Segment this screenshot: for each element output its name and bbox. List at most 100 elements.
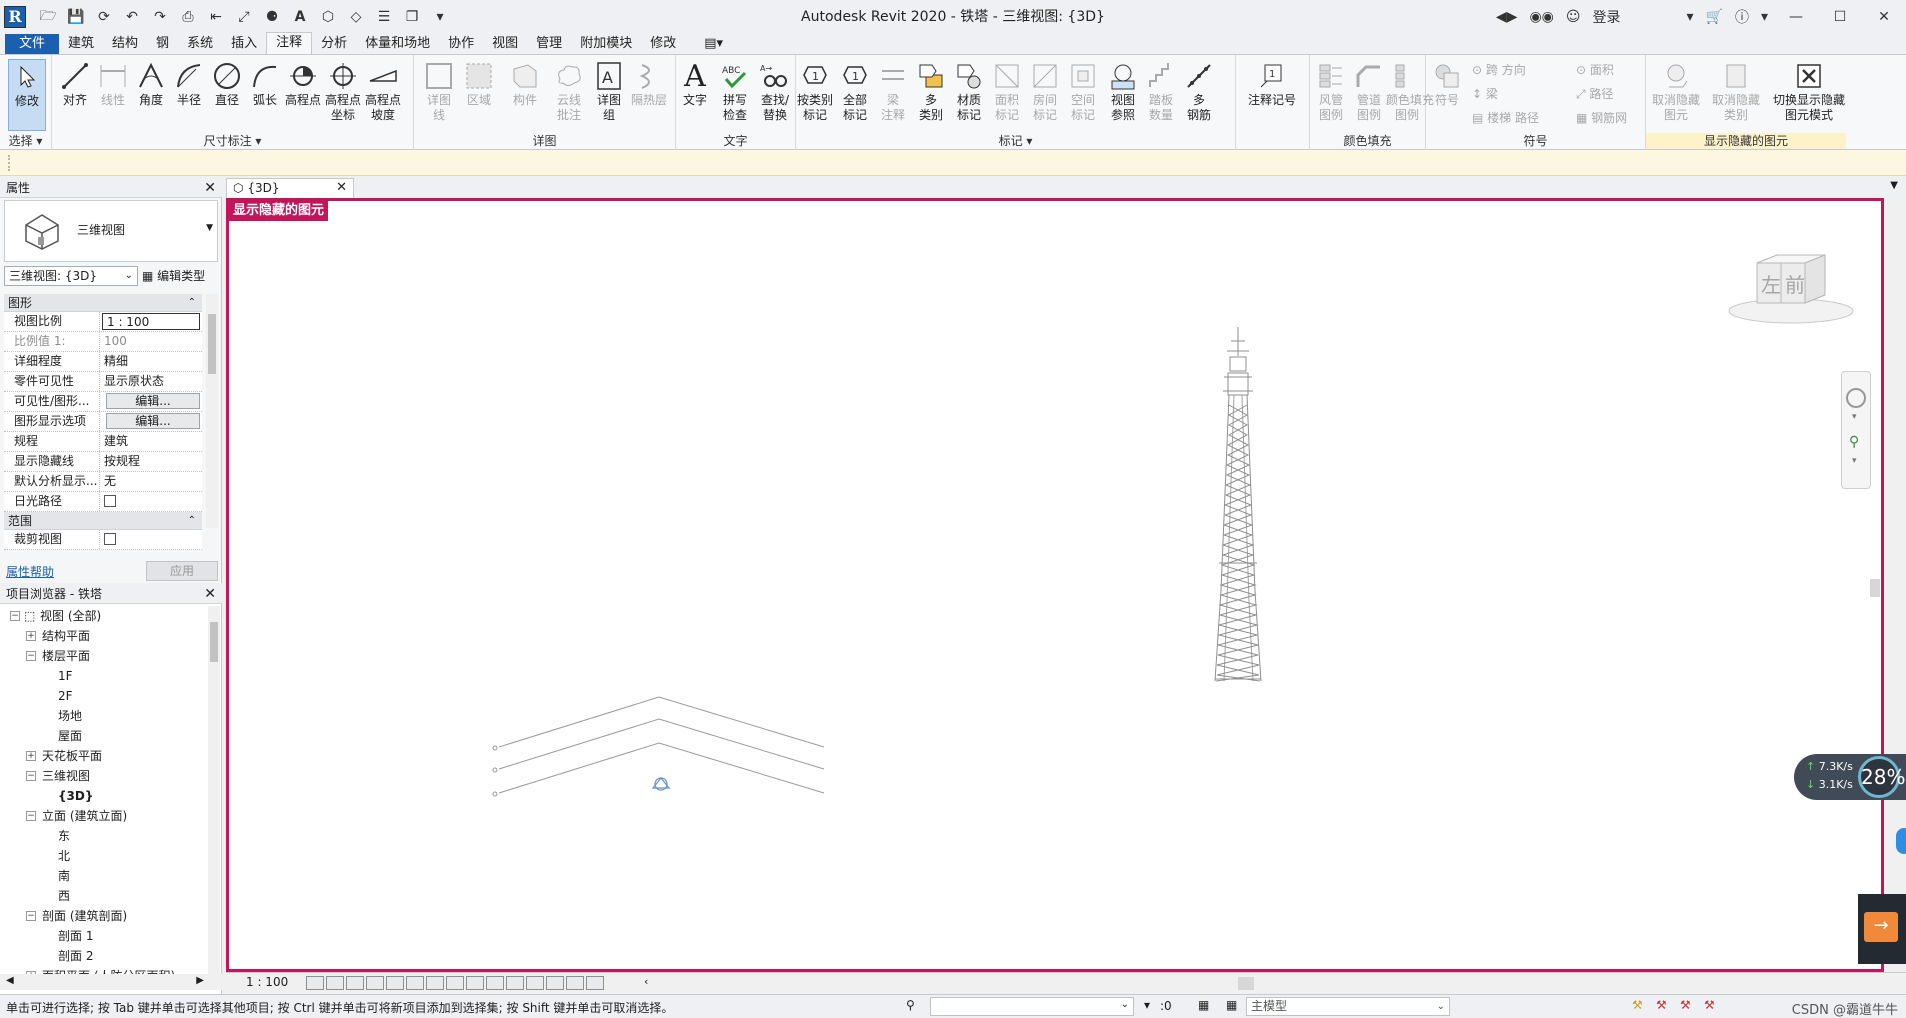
search-icon[interactable]: ◀▶ <box>1496 9 1518 25</box>
tag-panel-title[interactable]: 标记 ▾ <box>796 133 1235 149</box>
tab-manage[interactable]: 管理 <box>527 34 571 54</box>
customize-qa-icon[interactable]: ▾ <box>430 7 450 27</box>
prop-row-parts-visibility[interactable]: 零件可见性 显示原状态 <box>4 372 202 392</box>
select-underlay-icon[interactable]: ⚒ <box>1656 998 1667 1012</box>
tab-collaborate[interactable]: 协作 <box>439 34 483 54</box>
view-tab-3d[interactable]: ⬡ {3D} ✕ <box>226 178 354 198</box>
material-tag-button[interactable]: 材质 标记 <box>950 59 988 123</box>
3d-viewport[interactable]: 显示隐藏的图元 左 前 ▾ ⚲ ▾ <box>226 198 1884 972</box>
crop-view-icon[interactable] <box>406 976 424 990</box>
design-options-icon[interactable]: ▦ <box>1198 998 1209 1012</box>
browser-node[interactable]: − 三维视图 <box>0 766 206 786</box>
print-icon[interactable]: ⎙ <box>178 7 198 27</box>
sync-icon[interactable]: ⟳ <box>94 7 114 27</box>
zoom-icon[interactable]: ⚲ <box>1849 434 1859 450</box>
multi-rebar-button[interactable]: 多 钢筋 <box>1180 59 1218 123</box>
browser-node[interactable]: 剖面 1 <box>0 926 206 946</box>
type-selector[interactable]: 三维视图 ▼ <box>4 200 218 262</box>
filter-icon[interactable]: ▾ <box>1144 998 1150 1012</box>
close-button[interactable]: ✕ <box>1868 9 1900 25</box>
tab-modify[interactable]: 修改 <box>641 34 685 54</box>
worksets-dropdown[interactable]: ⌄ <box>930 997 1134 1016</box>
apply-button[interactable]: 应用 <box>146 561 218 581</box>
scroll-thumb[interactable] <box>208 314 216 374</box>
spelling-button[interactable]: ABC 拼写 检查 <box>716 59 754 123</box>
find-replace-button[interactable]: A→ 查找/ 替换 <box>756 59 794 123</box>
close-icon[interactable]: ✕ <box>204 178 216 198</box>
browser-node[interactable]: − 立面 (建筑立面) <box>0 806 206 826</box>
tab-systems[interactable]: 系统 <box>178 34 222 54</box>
tab-addins[interactable]: 附加模块 <box>571 34 641 54</box>
close-tab-icon[interactable]: ✕ <box>336 179 347 197</box>
highlight-displacement-icon[interactable] <box>566 976 584 990</box>
browser-node[interactable]: {3D} <box>0 786 206 806</box>
color-fill-legend-button[interactable]: 颜色填充 图例 <box>1386 59 1434 123</box>
help-icon[interactable]: ⓘ <box>1735 7 1749 27</box>
beam-symbol-button[interactable]: ↕ 梁 <box>1472 85 1498 102</box>
text-icon[interactable]: A <box>290 7 310 27</box>
redo-icon[interactable]: ↷ <box>150 7 170 27</box>
browser-node[interactable]: + 天花板平面 <box>0 746 206 766</box>
prop-row-graphic-display[interactable]: 图形显示选项 编辑... <box>4 412 202 432</box>
scroll-left-icon[interactable]: ◀ <box>6 975 14 986</box>
view-scale-input[interactable]: 1 : 100 <box>102 313 200 330</box>
unhide-element-button[interactable]: 取消隐藏 图元 <box>1646 59 1706 123</box>
tabs-menu-icon[interactable]: ▼ <box>1890 180 1898 191</box>
browser-node[interactable]: 西 <box>0 886 206 906</box>
expand-icon[interactable]: + <box>26 751 36 761</box>
region-button[interactable]: 区域 <box>460 59 498 108</box>
group-graphics[interactable]: 图形 ⌃ <box>4 294 202 312</box>
temporary-view-properties-icon[interactable] <box>526 976 544 990</box>
tab-steel[interactable]: 钢 <box>147 34 178 54</box>
editable-only-icon[interactable]: ▦ <box>1226 998 1237 1012</box>
path-symbol-button[interactable]: ⤢ 路径 <box>1576 85 1613 102</box>
collapse-left-icon[interactable]: ‹ <box>644 975 648 988</box>
side-export-button[interactable]: → <box>1858 894 1906 964</box>
tab-structure[interactable]: 结构 <box>103 34 147 54</box>
browser-node[interactable]: + 结构平面 <box>0 626 206 646</box>
shadows-icon[interactable] <box>366 976 384 990</box>
modify-button[interactable]: 修改 <box>8 59 46 131</box>
stair-path-button[interactable]: ▤ 楼梯 路径 <box>1472 109 1539 126</box>
spot-coordinate-button[interactable]: 高程点 坐标 <box>324 59 362 123</box>
pipe-legend-button[interactable]: 管道 图例 <box>1350 59 1388 123</box>
show-crop-region-icon[interactable] <box>426 976 444 990</box>
horizontal-scroll-thumb[interactable] <box>1238 977 1254 990</box>
sun-path-checkbox[interactable] <box>104 495 116 507</box>
angular-dimension-button[interactable]: 角度 <box>132 59 170 108</box>
worksets-icon[interactable]: ⚲ <box>906 998 915 1012</box>
prop-value[interactable]: 无 <box>100 472 202 491</box>
insulation-button[interactable]: 隔热层 <box>630 59 668 108</box>
collapse-icon[interactable]: − <box>26 911 36 921</box>
prop-value[interactable]: 显示原状态 <box>100 372 202 391</box>
component-button[interactable]: 构件 <box>506 59 544 108</box>
prop-row-discipline[interactable]: 规程 建筑 <box>4 432 202 452</box>
group-extents[interactable]: 范围 ⌃ <box>4 512 202 530</box>
tag-icon[interactable]: ⚈ <box>262 7 282 27</box>
scroll-thumb[interactable] <box>1870 579 1880 597</box>
area-tag-button[interactable]: 面积 标记 <box>988 59 1026 123</box>
viewcube-left-face[interactable]: 左 <box>1761 269 1781 298</box>
collapse-icon[interactable]: − <box>26 771 36 781</box>
area-symbol-button[interactable]: ⊙ 面积 <box>1576 61 1614 78</box>
view-instance-selector[interactable]: 三维视图: {3D} ⌄ <box>4 266 138 286</box>
user-icon[interactable]: ☺ <box>1566 9 1581 25</box>
design-options-dropdown[interactable]: 主模型 ⌄ <box>1246 997 1450 1016</box>
room-tag-button[interactable]: 房间 标记 <box>1026 59 1064 123</box>
span-direction-button[interactable]: ⊙ 跨 方向 <box>1472 61 1526 78</box>
visual-style-icon[interactable] <box>326 976 344 990</box>
browser-node[interactable]: − ⬚ 视图 (全部) <box>0 606 206 626</box>
collapse-icon[interactable]: − <box>26 811 36 821</box>
edit-graphic-display-button[interactable]: 编辑... <box>106 413 200 429</box>
prop-value[interactable]: 精细 <box>100 352 202 371</box>
browser-node[interactable]: 剖面 2 <box>0 946 206 966</box>
close-icon[interactable]: ✕ <box>204 584 216 604</box>
3d-view-icon[interactable]: ⬡ <box>318 7 338 27</box>
unhide-category-button[interactable]: 取消隐藏 类别 <box>1706 59 1766 123</box>
arc-length-dimension-button[interactable]: 弧长 <box>246 59 284 108</box>
maximize-button[interactable]: ☐ <box>1824 9 1856 25</box>
linear-dimension-button[interactable]: 线性 <box>94 59 132 108</box>
steering-wheel-icon[interactable] <box>1846 388 1866 408</box>
dimension-panel-title[interactable]: 尺寸标注 ▾ <box>52 133 413 149</box>
view-reference-button[interactable]: 视图 参照 <box>1104 59 1142 123</box>
